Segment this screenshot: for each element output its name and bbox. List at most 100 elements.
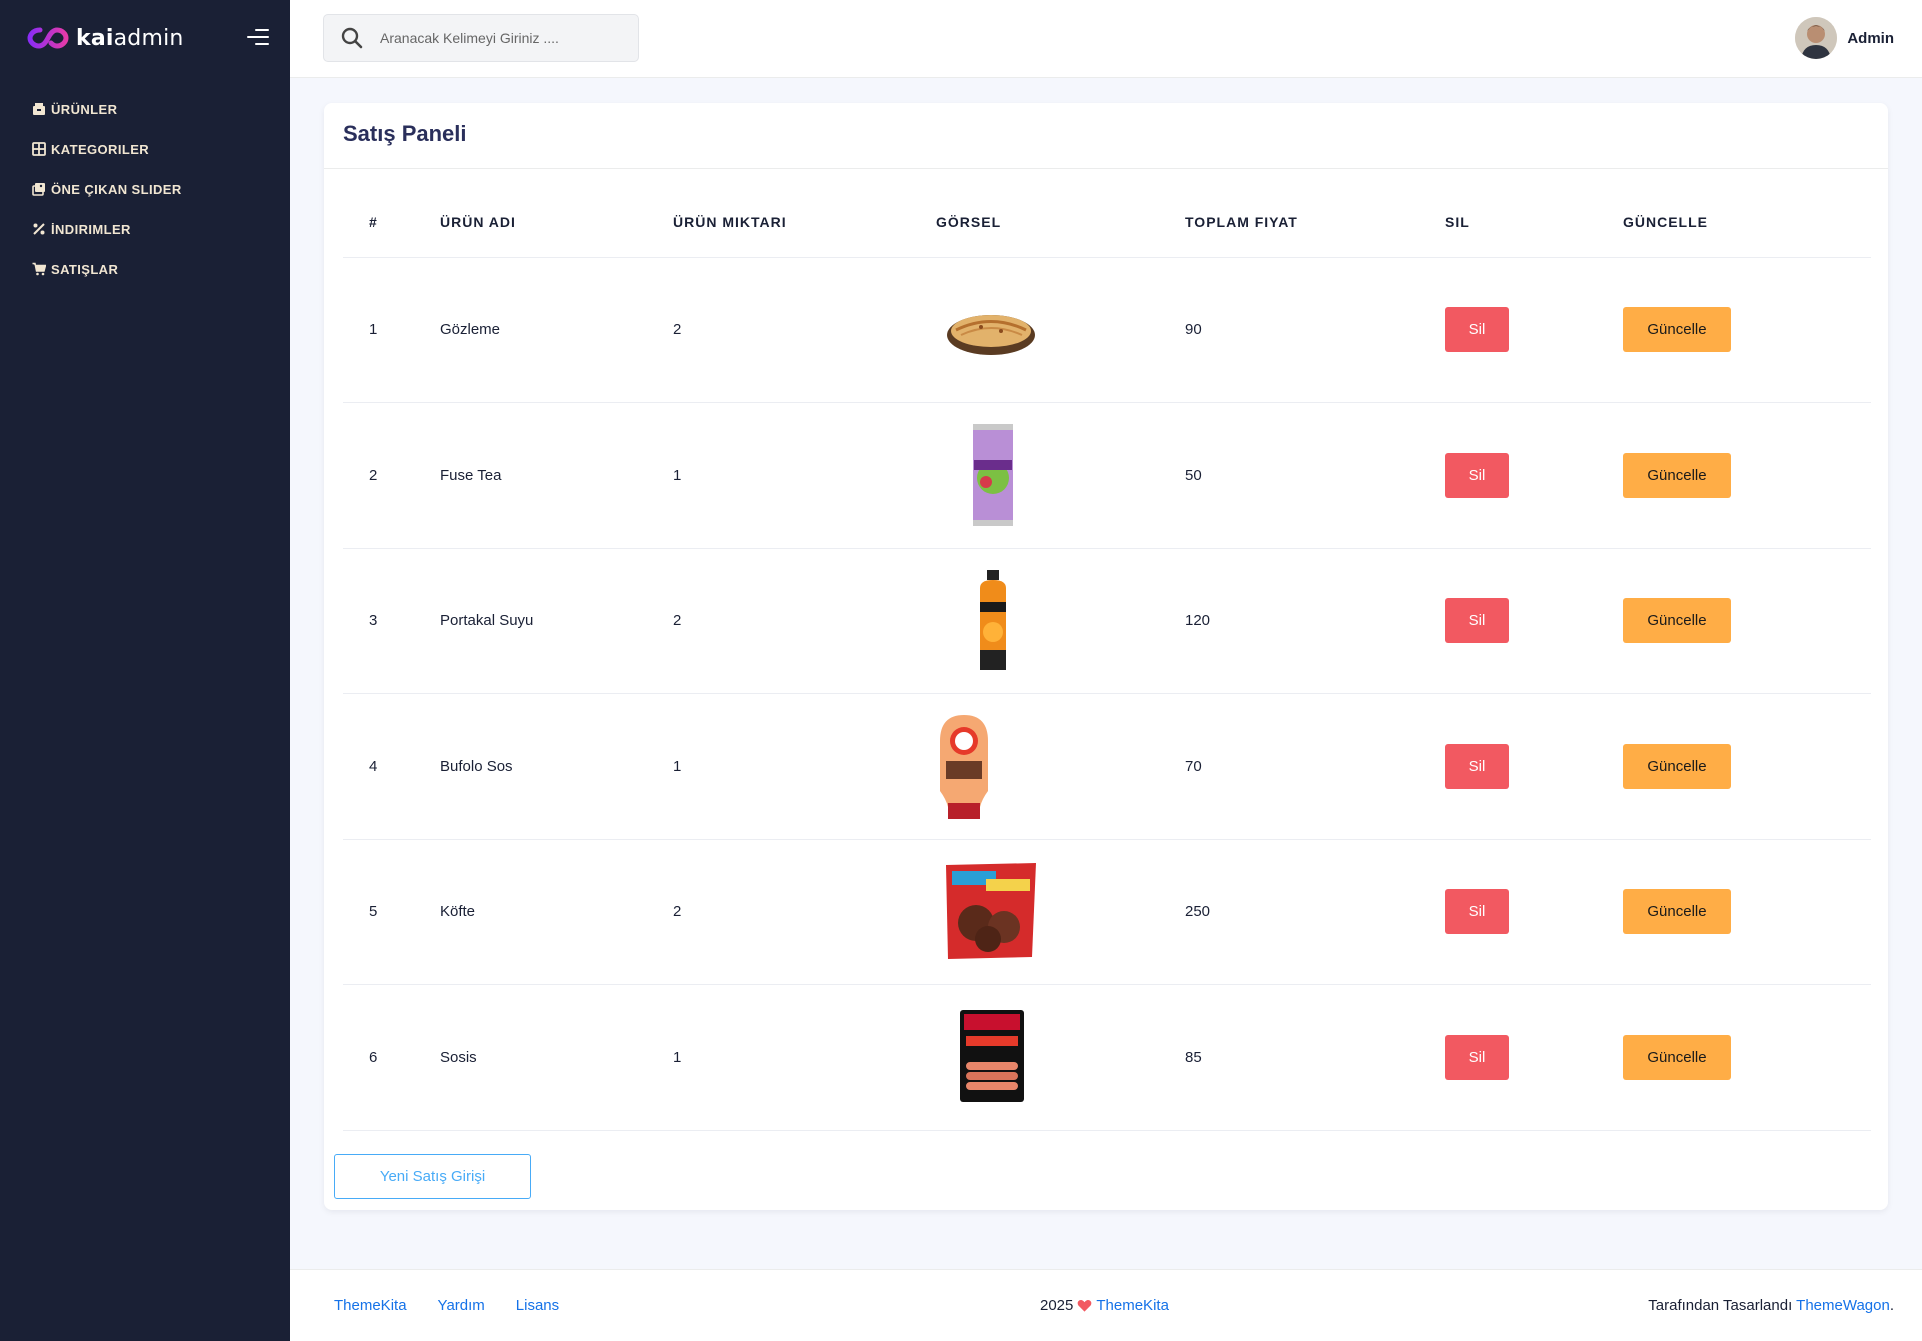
percent-icon bbox=[33, 223, 45, 235]
sales-table: # ÜRÜN ADI ÜRÜN MIKTARI GÖRSEL TOPLAM FI… bbox=[343, 187, 1871, 1131]
delete-button[interactable]: Sil bbox=[1445, 598, 1509, 644]
footer: ThemeKita Yardım Lisans 2025 ThemeKita T… bbox=[290, 1269, 1922, 1341]
box-icon bbox=[33, 103, 45, 115]
sidebar-item-kategoriler[interactable]: KATEGORILER bbox=[32, 138, 182, 160]
update-cell: Güncelle bbox=[1623, 839, 1871, 985]
card-header: Satış Paneli bbox=[324, 103, 1888, 169]
meatball-pack-image bbox=[946, 862, 1036, 959]
product-name: Portakal Suyu bbox=[440, 548, 673, 694]
user-menu[interactable]: Admin bbox=[1795, 17, 1894, 59]
update-button[interactable]: Güncelle bbox=[1623, 889, 1731, 935]
product-quantity: 1 bbox=[673, 984, 936, 1131]
sidebar-item-label: KATEGORILER bbox=[51, 141, 150, 157]
product-name: Bufolo Sos bbox=[440, 693, 673, 840]
footer-link-themekita[interactable]: ThemeKita bbox=[334, 1297, 407, 1314]
sidebar-item-label: SATIŞLAR bbox=[51, 261, 119, 277]
column-header: GÖRSEL bbox=[936, 187, 1185, 258]
total-price: 120 bbox=[1185, 548, 1445, 694]
footer-year: 2025 bbox=[1040, 1297, 1074, 1314]
new-sale-button[interactable]: Yeni Satış Girişi bbox=[334, 1154, 531, 1199]
product-quantity: 2 bbox=[673, 257, 936, 403]
footer-link-license[interactable]: Lisans bbox=[516, 1297, 559, 1314]
cart-icon bbox=[32, 262, 46, 276]
sidebar-item-label: ÖNE ÇIKAN SLIDER bbox=[51, 181, 182, 197]
delete-cell: Sil bbox=[1445, 548, 1623, 694]
delete-button[interactable]: Sil bbox=[1445, 307, 1509, 353]
column-header: GÜNCELLE bbox=[1623, 187, 1871, 258]
update-cell: Güncelle bbox=[1623, 402, 1871, 549]
total-price: 85 bbox=[1185, 984, 1445, 1131]
table-row: 6 Sosis 1 85 Sil Güncelle bbox=[343, 984, 1871, 1131]
brand-logo[interactable]: kaiadmin bbox=[26, 22, 184, 54]
column-header: TOPLAM FIYAT bbox=[1185, 187, 1445, 258]
delete-button[interactable]: Sil bbox=[1445, 889, 1509, 935]
row-number: 2 bbox=[343, 402, 440, 549]
sidebar-nav: ÜRÜNLER KATEGORILER ÖNE ÇIKAN SLIDER İND… bbox=[32, 98, 182, 298]
update-cell: Güncelle bbox=[1623, 257, 1871, 403]
column-header: # bbox=[343, 187, 440, 258]
table-row: 5 Köfte 2 250 Sil Güncelle bbox=[343, 839, 1871, 985]
topbar: Admin bbox=[290, 0, 1922, 78]
sidebar-item-satislar[interactable]: SATIŞLAR bbox=[32, 258, 182, 280]
delete-cell: Sil bbox=[1445, 257, 1623, 403]
update-button[interactable]: Güncelle bbox=[1623, 743, 1731, 789]
update-button[interactable]: Güncelle bbox=[1623, 598, 1731, 644]
footer-suffix: . bbox=[1889, 1297, 1894, 1314]
sidebar-item-label: ÜRÜNLER bbox=[51, 101, 118, 117]
footer-credit: Tarafından Tasarlandı ThemeWagon. bbox=[1648, 1297, 1894, 1314]
update-cell: Güncelle bbox=[1623, 984, 1871, 1131]
footer-copyright: 2025 ThemeKita bbox=[1040, 1297, 1169, 1314]
grid-icon bbox=[32, 142, 46, 156]
menu-toggle-icon[interactable] bbox=[247, 29, 269, 47]
column-header: ÜRÜN MIKTARI bbox=[673, 187, 936, 258]
search-icon[interactable] bbox=[340, 26, 364, 50]
table-row: 3 Portakal Suyu 2 120 Sil Güncelle bbox=[343, 548, 1871, 694]
heart-icon bbox=[1078, 1299, 1092, 1312]
infinity-logo-icon bbox=[27, 27, 69, 49]
column-header: SIL bbox=[1445, 187, 1623, 258]
sidebar-item-slider[interactable]: ÖNE ÇIKAN SLIDER bbox=[32, 178, 182, 200]
product-image-cell bbox=[936, 402, 1185, 549]
delete-button[interactable]: Sil bbox=[1445, 452, 1509, 498]
update-button[interactable]: Güncelle bbox=[1623, 1034, 1731, 1080]
delete-button[interactable]: Sil bbox=[1445, 1034, 1509, 1080]
delete-cell: Sil bbox=[1445, 693, 1623, 840]
sidebar-item-indirimler[interactable]: İNDIRIMLER bbox=[32, 218, 182, 240]
total-price: 90 bbox=[1185, 257, 1445, 403]
update-button[interactable]: Güncelle bbox=[1623, 307, 1731, 353]
row-number: 3 bbox=[343, 548, 440, 694]
product-image-cell bbox=[936, 984, 1185, 1131]
images-icon bbox=[32, 183, 45, 196]
delete-cell: Sil bbox=[1445, 402, 1623, 549]
footer-center-link[interactable]: ThemeKita bbox=[1096, 1297, 1169, 1314]
update-cell: Güncelle bbox=[1623, 548, 1871, 694]
orange-juice-image bbox=[980, 569, 1006, 670]
table-row: 1 Gözleme 2 90 Sil Güncelle bbox=[343, 257, 1871, 403]
product-name: Köfte bbox=[440, 839, 673, 985]
sidebar-item-urunler[interactable]: ÜRÜNLER bbox=[32, 98, 182, 120]
product-image-cell bbox=[936, 693, 1185, 840]
sauce-bottle-image bbox=[940, 715, 988, 820]
footer-links: ThemeKita Yardım Lisans bbox=[334, 1297, 559, 1314]
sidebar-item-label: İNDIRIMLER bbox=[51, 221, 131, 237]
update-button[interactable]: Güncelle bbox=[1623, 452, 1731, 498]
footer-link-help[interactable]: Yardım bbox=[438, 1297, 485, 1314]
product-image-cell bbox=[936, 839, 1185, 985]
product-name: Gözleme bbox=[440, 257, 673, 403]
total-price: 70 bbox=[1185, 693, 1445, 840]
table-row: 2 Fuse Tea 1 50 Sil Güncelle bbox=[343, 402, 1871, 549]
search-input[interactable] bbox=[380, 30, 620, 46]
footer-designed-by: Tarafından Tasarlandı bbox=[1648, 1297, 1793, 1314]
delete-button[interactable]: Sil bbox=[1445, 743, 1509, 789]
total-price: 50 bbox=[1185, 402, 1445, 549]
avatar bbox=[1795, 17, 1838, 59]
delete-cell: Sil bbox=[1445, 984, 1623, 1131]
fuse-tea-image bbox=[973, 424, 1013, 527]
column-header: ÜRÜN ADI bbox=[440, 187, 673, 258]
sidebar: kaiadmin ÜRÜNLER KATEGORILER ÖNE ÇIKAN S… bbox=[0, 0, 290, 1341]
delete-cell: Sil bbox=[1445, 839, 1623, 985]
footer-designer-link[interactable]: ThemeWagon bbox=[1796, 1297, 1890, 1314]
table-row: 4 Bufolo Sos 1 70 Sil Güncelle bbox=[343, 693, 1871, 840]
product-image-cell bbox=[936, 548, 1185, 694]
row-number: 6 bbox=[343, 984, 440, 1131]
